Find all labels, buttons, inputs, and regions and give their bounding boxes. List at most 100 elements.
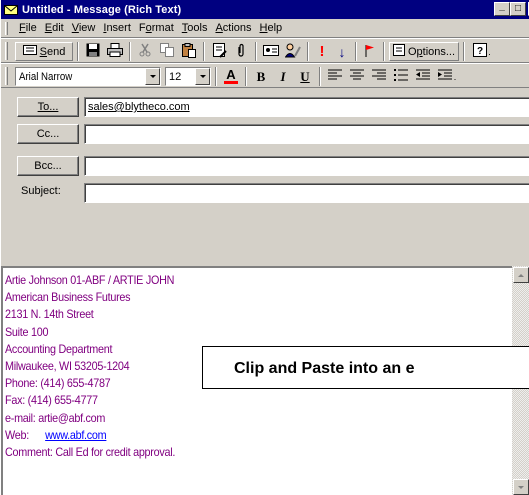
- svg-text:?: ?: [477, 46, 483, 57]
- subject-field[interactable]: [84, 183, 529, 203]
- print-button[interactable]: [105, 42, 125, 61]
- menu-tools[interactable]: Tools: [178, 22, 212, 34]
- bcc-button[interactable]: Bcc...: [17, 156, 79, 176]
- chevron-down-icon[interactable]: [145, 68, 160, 85]
- font-color-button[interactable]: A: [221, 67, 241, 86]
- scroll-down-icon[interactable]: [513, 479, 529, 495]
- menubar-grip[interactable]: [5, 22, 8, 35]
- send-icon: [22, 45, 37, 58]
- to-field[interactable]: sales@blytheco.com: [84, 97, 529, 117]
- title-bar[interactable]: Untitled - Message (Rich Text) _ □ ×: [1, 0, 529, 19]
- paste-button[interactable]: [179, 42, 199, 61]
- save-button[interactable]: [83, 42, 103, 61]
- outdent-icon: [416, 69, 430, 84]
- increase-indent-button[interactable]: .: [435, 67, 459, 86]
- importance-low-button[interactable]: ↓: [333, 42, 351, 61]
- scroll-up-icon[interactable]: [513, 267, 529, 283]
- standard-toolbar: Send ! ↓ Options... ? .: [1, 38, 529, 63]
- envelope-icon: [4, 4, 18, 16]
- flag-button[interactable]: [361, 42, 379, 61]
- body-line: Accounting Department: [5, 341, 113, 356]
- menu-help[interactable]: Help: [256, 22, 287, 34]
- bullets-icon: [394, 69, 408, 84]
- check-names-button[interactable]: [261, 42, 281, 61]
- scissors-icon: [139, 43, 151, 60]
- options-button[interactable]: Options...: [389, 42, 459, 61]
- address-book-icon: [212, 42, 227, 61]
- body-line-web: Web: www.abf.com: [5, 427, 107, 442]
- chevron-down-icon[interactable]: [195, 68, 210, 85]
- body-line: 2131 N. 14th Street: [5, 307, 94, 322]
- down-arrow-icon: ↓: [338, 43, 346, 60]
- font-color-icon: A: [226, 67, 236, 82]
- body-line: Milwaukee, WI 53205-1204: [5, 359, 130, 374]
- font-size-value: 12: [169, 70, 182, 83]
- font-name-select[interactable]: Arial Narrow: [15, 67, 161, 86]
- underline-button[interactable]: U: [295, 67, 315, 86]
- insert-file-button[interactable]: [231, 42, 251, 61]
- signature-text: Artie Johnson 01-ABF / ARTIE JOHN Americ…: [5, 272, 175, 461]
- menu-bar: File Edit View Insert Format Tools Actio…: [1, 19, 529, 38]
- menu-view[interactable]: View: [68, 22, 100, 34]
- clipboard-icon: [182, 42, 196, 61]
- instruction-callout: Clip and Paste into an e: [202, 346, 529, 389]
- underline-icon: U: [300, 68, 310, 84]
- address-book-button[interactable]: [209, 42, 229, 61]
- floppy-icon: [86, 43, 100, 60]
- help-button[interactable]: ? .: [469, 42, 495, 61]
- indent-icon: [437, 69, 452, 84]
- menu-file[interactable]: File: [15, 22, 41, 34]
- toolbar-grip[interactable]: [5, 67, 8, 85]
- cut-button[interactable]: [135, 42, 155, 61]
- font-name-value: Arial Narrow: [19, 70, 73, 83]
- copy-icon: [160, 43, 174, 60]
- message-window: Untitled - Message (Rich Text) _ □ × Fil…: [0, 0, 529, 495]
- web-link[interactable]: www.abf.com: [45, 428, 107, 442]
- bold-button[interactable]: B: [251, 67, 271, 86]
- align-right-button[interactable]: [369, 67, 389, 86]
- maximize-icon: □: [514, 3, 522, 14]
- menu-insert[interactable]: Insert: [99, 22, 135, 34]
- font-size-select[interactable]: 12: [165, 67, 211, 86]
- italic-button[interactable]: I: [273, 67, 293, 86]
- toolbar-options-icon: .: [453, 71, 457, 82]
- maximize-button[interactable]: □: [510, 2, 526, 16]
- person-pen-icon: [284, 43, 301, 61]
- check-names-icon: [263, 43, 279, 60]
- send-button[interactable]: Send: [15, 42, 73, 61]
- align-right-icon: [372, 69, 386, 84]
- to-button[interactable]: To...: [17, 97, 79, 117]
- bcc-field[interactable]: [84, 156, 529, 176]
- decrease-indent-button[interactable]: [413, 67, 433, 86]
- cc-button[interactable]: Cc...: [17, 124, 79, 144]
- cc-field[interactable]: [84, 124, 529, 144]
- help-dropdown-icon: .: [488, 46, 491, 57]
- bullets-button[interactable]: [391, 67, 411, 86]
- body-line: Comment: Call Ed for credit approval.: [5, 445, 176, 460]
- to-recipient[interactable]: sales@blytheco.com: [88, 101, 190, 113]
- flag-icon: [365, 44, 375, 60]
- subject-label: Subject:: [21, 185, 61, 197]
- menu-edit[interactable]: Edit: [41, 22, 68, 34]
- align-left-button[interactable]: [325, 67, 345, 86]
- align-left-icon: [328, 69, 342, 84]
- toolbar-grip[interactable]: [5, 42, 8, 60]
- options-icon: [392, 44, 405, 59]
- align-center-icon: [350, 69, 364, 84]
- formatting-toolbar: Arial Narrow 12 A B I U .: [1, 63, 529, 88]
- font-color-swatch: [224, 81, 238, 84]
- importance-high-button[interactable]: !: [313, 42, 331, 61]
- signature-button[interactable]: [283, 42, 303, 61]
- minimize-button[interactable]: _: [494, 2, 510, 16]
- copy-button[interactable]: [157, 42, 177, 61]
- printer-icon: [107, 43, 123, 60]
- menu-actions[interactable]: Actions: [211, 22, 255, 34]
- help-icon: ?: [473, 43, 488, 60]
- align-center-button[interactable]: [347, 67, 367, 86]
- menu-format[interactable]: Format: [135, 22, 178, 34]
- paperclip-icon: [237, 43, 245, 61]
- bold-icon: B: [256, 68, 266, 84]
- body-line: Phone: (414) 655-4787: [5, 376, 111, 391]
- window-title: Untitled - Message (Rich Text): [22, 3, 182, 16]
- italic-icon: I: [280, 68, 286, 84]
